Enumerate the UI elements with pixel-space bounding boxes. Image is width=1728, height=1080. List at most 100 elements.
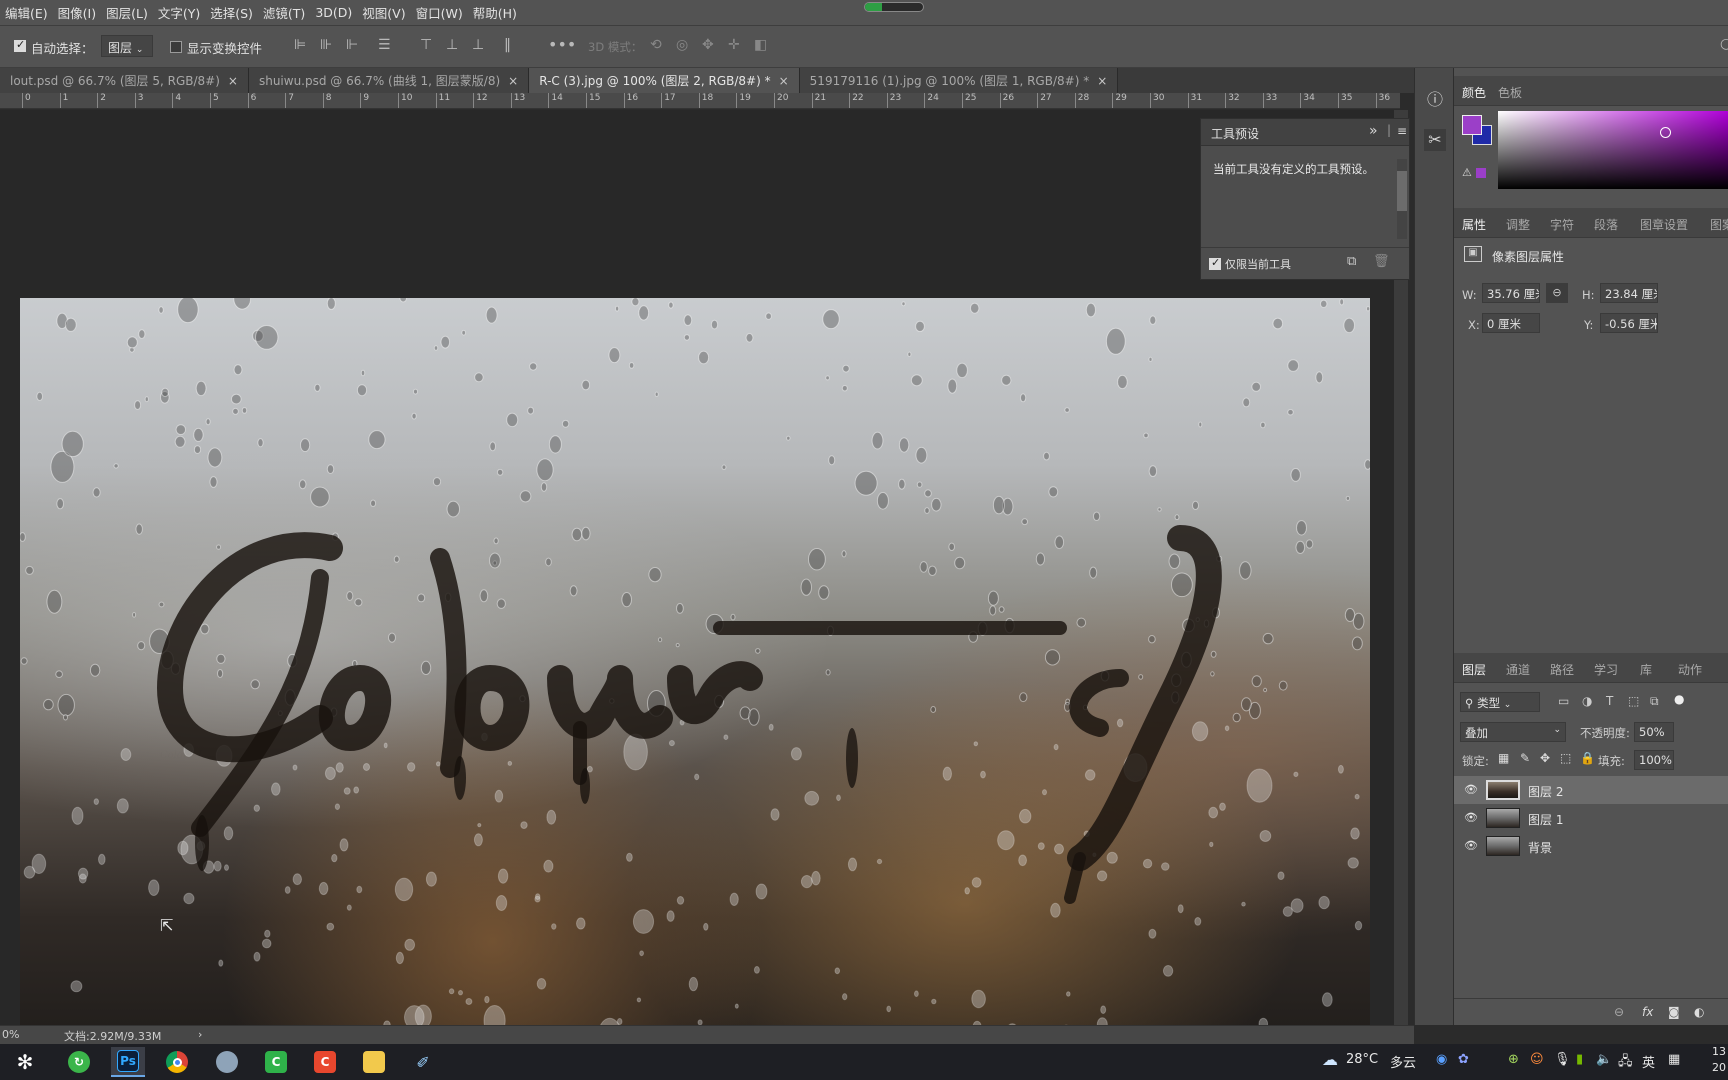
panel-tab[interactable]: 通道 [1506,661,1530,678]
document-tab[interactable]: 519179116 (1).jpg @ 100% (图层 1, RGB/8#) … [799,68,1119,93]
menu-item[interactable]: 选择(S) [205,3,258,22]
x-field[interactable]: 0 厘米 [1482,313,1540,333]
close-icon[interactable]: × [508,74,518,88]
panel-tab[interactable]: 调整 [1506,216,1530,233]
eye-icon[interactable]: 👁 [1464,839,1478,852]
panel-tab[interactable]: 动作 [1678,661,1702,678]
show-transform-checkbox[interactable] [170,41,182,53]
taskbar-app-1[interactable]: ↻ [62,1047,96,1077]
weather-icon[interactable]: ☁ [1322,1050,1338,1069]
menu-item[interactable]: 滤镜(T) [258,3,310,22]
clock-line-2[interactable]: 20 [1712,1061,1726,1074]
taskbar-explorer[interactable] [357,1047,391,1077]
eye-icon[interactable]: 👁 [1464,783,1478,796]
3d-pan-icon[interactable]: ✥ [702,37,714,53]
menu-item[interactable]: 窗口(W) [411,3,468,22]
eye-icon[interactable]: 👁 [1464,811,1478,824]
align-left-icon[interactable]: ⊫ [294,37,306,53]
adjustment-layer-icon[interactable]: ◐ [1694,1005,1704,1019]
zoom-readout[interactable]: 0% [2,1028,19,1041]
canvas-area[interactable]: Colour-J ⇱ [0,110,1400,1025]
lock-transparent-icon[interactable]: ▦ [1498,751,1509,765]
panel-tab[interactable]: 图案 [1710,216,1728,233]
align-top-icon[interactable]: ⊤ [420,37,432,53]
align-center-icon[interactable]: ⊪ [320,37,332,53]
menu-item[interactable]: 3D(D) [310,5,357,20]
filter-pixel-icon[interactable]: ▭ [1558,694,1569,708]
panel-tab[interactable]: 色板 [1498,84,1522,101]
presets-scrollbar[interactable] [1397,159,1407,239]
document-tab[interactable]: shuiwu.psd @ 66.7% (曲线 1, 图层蒙版/8) × [248,68,530,93]
nvidia-icon[interactable]: ▮ [1576,1052,1583,1067]
panel-menu-icon[interactable]: ≡ [1397,124,1407,138]
microphone-icon[interactable]: 🎙 [1554,1052,1571,1067]
link-icon[interactable]: ⊖ [1546,283,1568,303]
filter-adjustment-icon[interactable]: ◑ [1582,694,1592,708]
align-middle-icon[interactable]: ⊥ [446,37,458,53]
lock-position-icon[interactable]: ✥ [1540,751,1550,765]
close-icon[interactable]: × [228,74,238,88]
menu-item[interactable]: 视图(V) [357,3,410,22]
panel-tab[interactable]: 字符 [1550,216,1574,233]
web-safe-swatch[interactable] [1476,168,1486,178]
only-current-tool-checkbox[interactable] [1209,256,1221,270]
3d-orbit-icon[interactable]: ⟲ [650,37,662,53]
volume-icon[interactable]: 🔈 [1596,1052,1612,1067]
filter-toggle-icon[interactable]: ● [1674,692,1684,706]
lock-all-icon[interactable]: 🔒 [1580,751,1595,765]
panel-tab[interactable]: 学习 [1594,661,1618,678]
close-icon[interactable]: × [779,74,789,88]
collapse-icon[interactable]: » [1369,123,1378,139]
document-tab[interactable]: R-C (3).jpg @ 100% (图层 2, RGB/8#) * × [529,68,800,93]
panel-tab[interactable]: 段落 [1594,216,1618,233]
height-field[interactable]: 23.84 厘米 [1600,283,1658,303]
tool-presets-icon[interactable]: ✂ [1424,129,1446,151]
close-icon[interactable]: × [1097,74,1107,88]
keyboard-grid-icon[interactable]: ▦ [1668,1052,1680,1067]
opacity-field[interactable]: 50% [1634,722,1674,742]
search-icon[interactable]: ○ [1720,36,1728,52]
document-tab[interactable]: lout.psd @ 66.7% (图层 5, RGB/8#) × [0,68,249,93]
start-button[interactable]: ✻ [8,1047,42,1077]
tray-app-icon[interactable]: ◉ [1436,1052,1447,1067]
tray-plus-icon[interactable]: ⊕ [1508,1052,1519,1067]
menu-item[interactable]: 文字(Y) [153,3,205,22]
auto-select-target-dropdown[interactable]: 图层 ⌄ [101,35,153,57]
width-field[interactable]: 35.76 厘米 [1482,283,1540,303]
trash-icon[interactable]: 🗑 [1373,254,1390,269]
tray-user-icon[interactable]: ☺ [1530,1052,1544,1067]
weather-temp[interactable]: 28°C [1346,1052,1378,1067]
color-picker-ring[interactable] [1660,127,1671,138]
status-arrow-icon[interactable]: › [198,1028,202,1041]
filter-smart-object-icon[interactable]: ⧉ [1650,694,1659,709]
menu-item[interactable]: 图层(L) [101,3,153,22]
network-icon[interactable]: 🖧 [1618,1052,1633,1074]
gamut-warning-icon[interactable]: ⚠ [1462,166,1472,179]
taskbar-app-6[interactable]: C [308,1047,342,1077]
ime-indicator[interactable]: 英 [1642,1052,1655,1071]
new-preset-icon[interactable]: ⧉ [1347,254,1356,269]
panel-tab[interactable]: 颜色 [1462,84,1486,101]
clock-line-1[interactable]: 13 [1712,1045,1726,1058]
fill-field[interactable]: 100% [1634,750,1674,770]
fx-icon[interactable]: fx [1642,1005,1653,1019]
filter-shape-icon[interactable]: ⬚ [1628,694,1639,708]
taskbar-chrome[interactable] [160,1047,194,1077]
layer-filter-dropdown[interactable]: ⚲ 类型 ⌄ [1460,692,1540,712]
layer-row[interactable]: 👁 图层 1 [1454,804,1728,832]
color-swatches[interactable] [1462,115,1494,147]
layer-row[interactable]: 👁 背景 [1454,832,1728,860]
weather-text[interactable]: 多云 [1390,1052,1416,1071]
more-options-icon[interactable]: ••• [548,35,576,54]
distribute-vertical-icon[interactable]: ‖ [504,37,511,53]
panel-tab[interactable]: 图章设置 [1640,216,1688,233]
taskbar-app-5[interactable]: C [259,1047,293,1077]
align-bottom-icon[interactable]: ⊥ [472,37,484,53]
blend-mode-dropdown[interactable]: 叠加 ⌄ [1460,722,1566,742]
3d-camera-icon[interactable]: ◧ [754,37,767,53]
distribute-icon[interactable]: ☰ [378,37,391,53]
3d-slide-icon[interactable]: ✛ [728,37,740,53]
taskbar-app-8[interactable]: ✐ [406,1047,440,1077]
color-field[interactable] [1498,111,1728,189]
lock-artboard-icon[interactable]: ⬚ [1560,751,1571,765]
